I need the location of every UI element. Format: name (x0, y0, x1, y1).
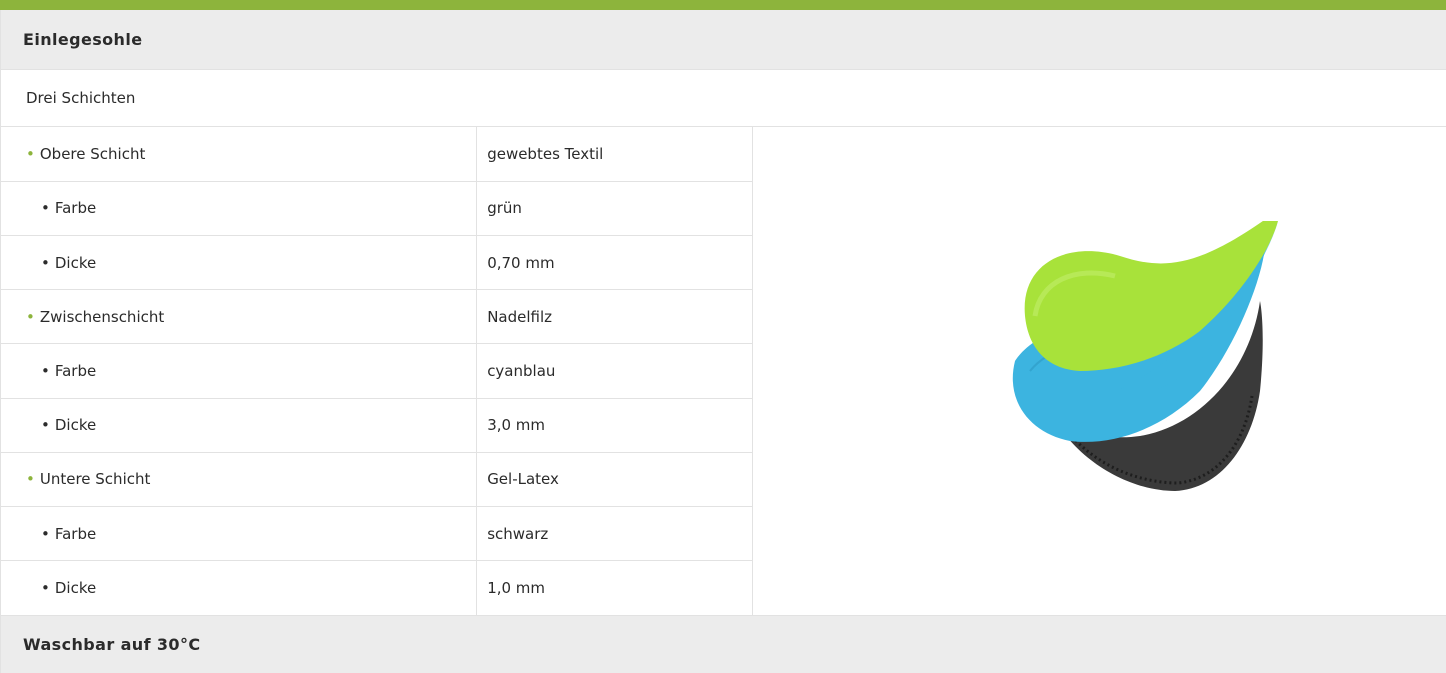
section-title: Einlegesohle (1, 10, 1446, 70)
bullet-icon: • (41, 416, 50, 435)
bullet-icon: • (41, 361, 50, 380)
row-label: • Dicke (1, 560, 478, 615)
table-row: • Dicke 0,70 mm (1, 235, 753, 291)
row-value: Gel-Latex (476, 452, 753, 508)
table-row: • Dicke 1,0 mm (1, 560, 753, 615)
spec-table: • Obere Schicht gewebtes Textil • Farbe gr… (1, 127, 753, 615)
row-label: • Untere Schicht (1, 452, 478, 508)
bullet-icon: • (41, 524, 50, 543)
row-value: gewebtes Textil (476, 127, 753, 182)
row-label: • Farbe (1, 343, 478, 399)
row-value: grün (476, 181, 753, 236)
row-label: • Dicke (1, 398, 478, 453)
intro-text: Drei Schichten (1, 70, 1446, 127)
row-value: cyanblau (476, 343, 753, 399)
insole-image (753, 127, 1446, 615)
bullet-icon: • (41, 199, 50, 218)
row-label: • Dicke (1, 235, 478, 291)
accent-bar (0, 0, 1446, 10)
table-row: • Farbe schwarz (1, 506, 753, 562)
spec-area: • Obere Schicht gewebtes Textil • Farbe gr… (1, 127, 1446, 616)
row-value: schwarz (476, 506, 753, 562)
spec-panel: Einlegesohle Drei Schichten • Obere Schic… (0, 10, 1446, 673)
row-label: • Zwischenschicht (1, 289, 478, 345)
row-label: • Farbe (1, 181, 478, 236)
bullet-icon: • (26, 470, 35, 489)
table-row: • Zwischenschicht Nadelfilz (1, 289, 753, 345)
table-row: • Obere Schicht gewebtes Textil (1, 127, 753, 182)
bullet-icon: • (41, 579, 50, 598)
bullet-icon: • (41, 253, 50, 272)
row-value: Nadelfilz (476, 289, 753, 345)
table-row: • Farbe cyanblau (1, 343, 753, 399)
table-row: • Dicke 3,0 mm (1, 398, 753, 453)
row-label: • Farbe (1, 506, 478, 562)
row-value: 3,0 mm (476, 398, 753, 453)
washable-note: Waschbar auf 30°C (1, 616, 1446, 673)
table-row: • Farbe grün (1, 181, 753, 236)
table-row: • Untere Schicht Gel-Latex (1, 452, 753, 508)
row-value: 1,0 mm (476, 560, 753, 615)
row-label: • Obere Schicht (1, 127, 478, 182)
bullet-icon: • (26, 307, 35, 326)
bullet-icon: • (26, 144, 35, 163)
row-value: 0,70 mm (476, 235, 753, 291)
insole-layers-icon (1012, 221, 1278, 491)
